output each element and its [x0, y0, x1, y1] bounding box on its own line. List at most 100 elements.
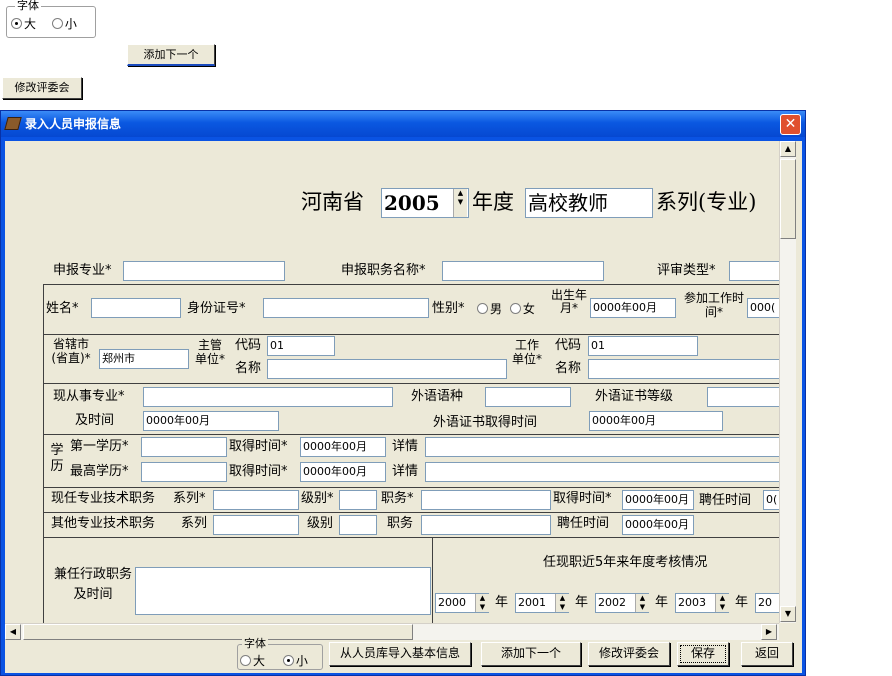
post-hire-input[interactable]: 0( [763, 490, 779, 510]
edu-label: 学历 [50, 443, 64, 474]
city-label: 省辖市(省直)* [51, 337, 91, 365]
assess-year-spin[interactable]: ▲ ▼ [635, 594, 649, 612]
post-level-input[interactable] [339, 490, 377, 510]
top-font-legend: 字体 [15, 0, 41, 12]
other-series-input[interactable] [213, 515, 299, 535]
supervisor-name-input[interactable] [267, 359, 507, 379]
heading-year-label: 年度 [472, 190, 514, 214]
assess-year-unit: 年 [735, 595, 749, 610]
horizontal-scroll-thumb[interactable] [23, 624, 413, 640]
work-unit-label: 工作单位* [512, 338, 543, 366]
bottom-font-large-label: 大 [253, 654, 266, 668]
apply-major-label: 申报专业* [53, 263, 112, 278]
male-label: 男 [490, 302, 503, 316]
dialog-titlebar: 录入人员申报信息 ✕ [1, 111, 805, 137]
vertical-scrollbar[interactable]: ▲ ▼ [779, 141, 796, 623]
male-radio[interactable] [477, 303, 488, 314]
apply-title-input[interactable] [442, 261, 604, 281]
gender-group: 男 女 [477, 300, 535, 317]
top-font-large-radio[interactable] [11, 18, 22, 29]
review-type-input[interactable] [729, 261, 779, 281]
lang-input[interactable] [485, 387, 571, 407]
id-label: 身份证号* [187, 301, 246, 316]
horizontal-scrollbar[interactable]: ◀ ▶ [5, 623, 779, 640]
current-major-input[interactable] [143, 387, 393, 407]
back-button[interactable]: 返回 [741, 642, 793, 666]
name2-label: 名称 [555, 361, 582, 376]
other-level-label: 级别 [307, 516, 334, 531]
supervisor-code-input[interactable]: 01 [267, 336, 335, 356]
name-label-2: 名称 [235, 361, 262, 376]
other-post-title-input[interactable] [421, 515, 551, 535]
other-hire-input[interactable]: 0000年00月 [622, 515, 694, 535]
assess-year-spin[interactable]: ▲ ▼ [555, 594, 569, 612]
birth-label: 出生年月* [550, 288, 587, 315]
lang-time-input[interactable]: 0000年00月 [589, 411, 723, 431]
post-obtain-label: 取得时间* [553, 491, 612, 506]
post-series-input[interactable] [213, 490, 299, 510]
top-add-next-button[interactable]: 添加下一个 [127, 44, 215, 66]
city-input[interactable]: 郑州市 [99, 349, 189, 369]
name-input[interactable] [91, 298, 181, 318]
major-time-input[interactable]: 0000年00月 [143, 411, 279, 431]
birth-input[interactable]: 0000年00月 [590, 298, 676, 318]
highest-edu-input[interactable] [141, 462, 227, 482]
scroll-up-button[interactable]: ▲ [780, 141, 796, 157]
app-icon [4, 117, 22, 130]
id-input[interactable] [263, 298, 429, 318]
vertical-scroll-thumb[interactable] [780, 159, 796, 239]
assess-year-input[interactable]: 20 [755, 593, 779, 613]
import-button[interactable]: 从人员库导入基本信息 [329, 642, 471, 666]
heading-province: 河南省 [301, 190, 364, 214]
bottom-font-small-radio[interactable] [282, 655, 294, 666]
assess-year-spin[interactable]: ▲ ▼ [475, 594, 489, 612]
scroll-left-button[interactable]: ◀ [5, 624, 21, 640]
other-series-label: 系列 [181, 516, 208, 531]
series-input[interactable]: 高校教师 [525, 188, 653, 218]
save-button[interactable]: 保存 [677, 642, 729, 666]
lang-time-label: 外语证书取得时间 [433, 415, 538, 430]
top-modify-committee-button[interactable]: 修改评委会 [2, 77, 82, 99]
highest-detail-input[interactable] [425, 462, 779, 482]
scroll-down-button[interactable]: ▼ [780, 606, 796, 622]
first-detail-input[interactable] [425, 437, 779, 457]
name-label: 姓名* [46, 301, 79, 316]
first-obtain-label: 取得时间* [229, 439, 288, 454]
close-button[interactable]: ✕ [780, 114, 801, 135]
post-title-input[interactable] [421, 490, 551, 510]
scroll-right-button[interactable]: ▶ [761, 624, 777, 640]
highest-obtain-input[interactable]: 0000年00月 [300, 462, 386, 482]
first-edu-input[interactable] [141, 437, 227, 457]
post-title-label: 职务* [381, 491, 414, 506]
first-obtain-input[interactable]: 0000年00月 [300, 437, 386, 457]
female-label: 女 [522, 302, 535, 316]
lang-grade-input[interactable] [707, 387, 779, 407]
top-font-group: 字体 大 小 [6, 0, 96, 38]
assess-year-spin[interactable]: ▲ ▼ [715, 594, 729, 612]
other-level-input[interactable] [339, 515, 377, 535]
dialog-client: 河南省 2005 ▲ ▼ 年度 高校教师 系列(专业) 申报专业* 申报职务名称*… [5, 141, 802, 673]
admin-post-input[interactable] [135, 567, 431, 615]
year-spin[interactable]: ▲ ▼ [453, 189, 467, 217]
highest-obtain-label: 取得时间* [229, 464, 288, 479]
work-start-input[interactable]: 000( [747, 298, 779, 318]
apply-major-input[interactable] [123, 261, 285, 281]
work-unit-code-input[interactable]: 01 [588, 336, 698, 356]
add-next-button[interactable]: 添加下一个 [481, 642, 581, 666]
top-font-large-label: 大 [24, 17, 37, 31]
work-unit-name-input[interactable] [588, 359, 779, 379]
post-series-label: 系列* [173, 491, 206, 506]
form-heading: 河南省 [301, 187, 364, 217]
top-font-small-label: 小 [64, 17, 77, 31]
review-type-label: 评审类型* [657, 263, 716, 278]
first-edu-label: 第一学历* [70, 439, 129, 454]
post-obtain-input[interactable]: 0000年00月 [622, 490, 694, 510]
gender-label: 性别* [432, 301, 465, 316]
work-start-label: 参加工作时间* [683, 291, 744, 319]
supervisor-label: 主管单位* [195, 338, 226, 366]
bottom-font-large-radio[interactable] [240, 655, 251, 666]
modify-committee-button[interactable]: 修改评委会 [588, 642, 670, 666]
female-radio[interactable] [509, 303, 521, 314]
top-font-small-radio[interactable] [51, 18, 63, 29]
lang-grade-label: 外语证书等级 [595, 389, 674, 404]
